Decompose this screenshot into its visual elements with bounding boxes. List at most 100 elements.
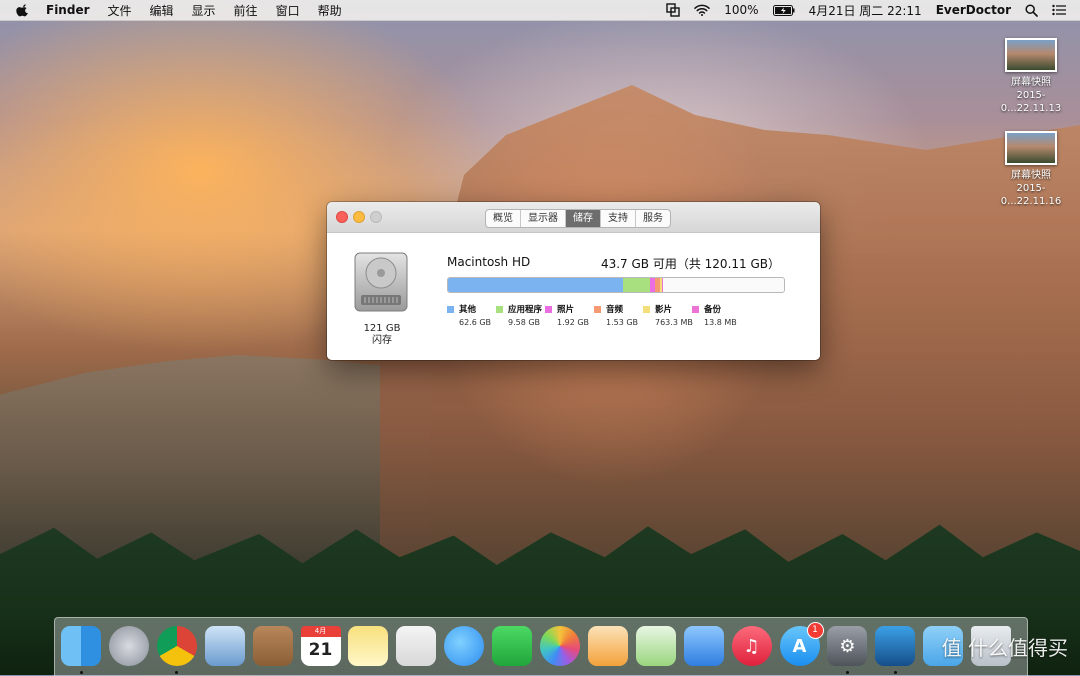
tab-displays[interactable]: 显示器	[521, 210, 566, 227]
dock: 4月 21 ♫ A 1 ⚙	[54, 617, 1028, 676]
desktop-file-sub: 2015-0...22.11.16	[1000, 183, 1062, 207]
legend-label: 应用程序	[508, 305, 543, 315]
menu-window[interactable]: 窗口	[276, 2, 300, 19]
legend-item: 照片 1.92 GB	[545, 303, 594, 327]
storage-bar-segment	[448, 278, 624, 292]
legend-swatch	[447, 305, 454, 313]
dock-icon-glyph	[396, 626, 436, 666]
disk-capacity: 121 GB 闪存	[357, 323, 407, 347]
storage-bar-segment	[623, 278, 650, 292]
legend-header: 影片	[643, 303, 692, 315]
tab-support[interactable]: 支持	[601, 210, 636, 227]
legend-label: 照片	[557, 305, 575, 315]
dock-itunes-icon[interactable]: ♫	[731, 626, 772, 666]
dock-app-store-icon[interactable]: A1	[779, 622, 824, 666]
tab-overview[interactable]: 概览	[486, 210, 521, 227]
dock-ever-app-icon[interactable]	[875, 626, 916, 666]
dock-messages-icon[interactable]	[444, 626, 485, 666]
dock-pages-icon[interactable]	[587, 626, 628, 666]
clock[interactable]: 4月21日 周二 22:11	[809, 2, 922, 19]
menu-go[interactable]: 前往	[234, 2, 258, 19]
legend-header: 音频	[594, 303, 643, 315]
dock-icon-glyph	[109, 626, 149, 666]
dock-icon-glyph	[540, 626, 580, 666]
legend-swatch	[692, 305, 699, 313]
storage-pane: 121 GB 闪存 Macintosh HD 43.7 GB 可用（共 120.…	[327, 233, 820, 360]
dock-icon-glyph	[205, 626, 245, 666]
running-indicator	[893, 671, 897, 674]
segmented-tab-control: 概览 显示器 储存 支持 服务	[485, 209, 671, 228]
storage-usage-bar	[447, 277, 785, 293]
apple-menu-icon[interactable]	[16, 3, 30, 17]
menu-app-name[interactable]: Finder	[46, 3, 90, 17]
screenshot-thumbnail	[1005, 38, 1057, 72]
about-this-mac-window: 概览 显示器 储存 支持 服务 121 GB 闪存 Macintosh HD 4…	[327, 202, 820, 360]
legend-item: 音频 1.53 GB	[594, 303, 643, 327]
dock-icon-glyph	[348, 626, 388, 666]
mirroring-icon[interactable]	[666, 3, 680, 17]
spotlight-search-icon[interactable]	[1025, 3, 1038, 17]
legend-item: 影片 763.3 MB	[643, 303, 693, 327]
legend-label: 音频	[606, 305, 624, 315]
close-button[interactable]	[336, 211, 348, 223]
desktop-screenshot-file[interactable]: 屏幕快照 2015-0...22.11.16	[991, 131, 1071, 208]
battery-icon[interactable]	[772, 4, 795, 16]
legend-value: 62.6 GB	[459, 318, 492, 327]
legend-item: 备份 13.8 MB	[692, 303, 741, 327]
dock-icon-glyph: ♫	[743, 635, 760, 657]
dock-notes-icon[interactable]	[348, 626, 389, 666]
screenshot-thumbnail	[1005, 131, 1057, 165]
legend-label: 备份	[704, 305, 722, 315]
legend-label: 影片	[655, 305, 673, 315]
legend-label: 其他	[459, 305, 477, 315]
menu-view[interactable]: 显示	[192, 2, 216, 19]
wifi-icon[interactable]	[694, 4, 711, 16]
desktop-file-name: 屏幕快照	[1011, 170, 1051, 181]
tab-service[interactable]: 服务	[636, 210, 670, 227]
dock-keynote-icon[interactable]	[683, 626, 724, 666]
menu-help[interactable]: 帮助	[318, 2, 342, 19]
minimize-button[interactable]	[353, 211, 365, 223]
disk-name: Macintosh HD	[447, 255, 531, 269]
desktop-screenshot-file[interactable]: 屏幕快照 2015-0...22.11.13	[991, 38, 1071, 115]
dock-icon-glyph: 21	[308, 640, 333, 660]
menu-edit[interactable]: 编辑	[150, 2, 174, 19]
legend-value: 9.58 GB	[508, 318, 541, 327]
dock-icon-glyph	[444, 626, 484, 666]
dock-mail-icon[interactable]	[204, 626, 245, 666]
legend-header: 其他	[447, 303, 496, 315]
legend-header: 应用程序	[496, 303, 545, 315]
tab-storage[interactable]: 储存	[566, 210, 601, 227]
legend-swatch	[594, 305, 601, 313]
dock-photos-icon[interactable]	[540, 626, 580, 666]
desktop-file-sub: 2015-0...22.11.13	[1000, 90, 1062, 114]
menu-file[interactable]: 文件	[108, 2, 132, 19]
dock-reminders-icon[interactable]	[396, 626, 437, 666]
dock-calendar-icon[interactable]: 4月 21	[300, 626, 341, 666]
legend-value: 763.3 MB	[655, 318, 693, 327]
dock-launchpad-icon[interactable]	[108, 626, 149, 666]
notification-badge: 1	[806, 622, 824, 639]
dock-system-preferences-icon[interactable]: ⚙	[827, 626, 868, 666]
dock-icon-glyph	[492, 626, 532, 666]
dock-finder-icon[interactable]	[61, 626, 101, 666]
dock-facetime-icon[interactable]	[492, 626, 533, 666]
dock-icon-glyph	[588, 626, 628, 666]
desktop-file-name: 屏幕快照	[1011, 77, 1051, 88]
user-account[interactable]: EverDoctor	[936, 3, 1011, 17]
dock-numbers-icon[interactable]	[635, 626, 676, 666]
legend-swatch	[545, 305, 552, 313]
dock-contacts-icon[interactable]	[252, 626, 293, 666]
notification-center-icon[interactable]	[1052, 4, 1066, 16]
zoom-button[interactable]	[370, 211, 382, 223]
dock-icon-glyph	[684, 626, 724, 666]
battery-percent[interactable]: 100%	[724, 3, 758, 17]
storage-legend: 其他 62.6 GB 应用程序 9.58 GB 照片 1.92 GB 音频 1.53 GB 影片…	[447, 303, 741, 327]
legend-swatch	[496, 305, 503, 313]
disk-free-space: 43.7 GB 可用（共 120.11 GB）	[600, 257, 780, 271]
dock-icon-glyph	[157, 626, 197, 666]
running-indicator	[845, 671, 849, 674]
window-titlebar[interactable]: 概览 显示器 储存 支持 服务	[327, 202, 820, 233]
running-indicator	[79, 671, 83, 674]
dock-chrome-icon[interactable]	[156, 626, 197, 666]
